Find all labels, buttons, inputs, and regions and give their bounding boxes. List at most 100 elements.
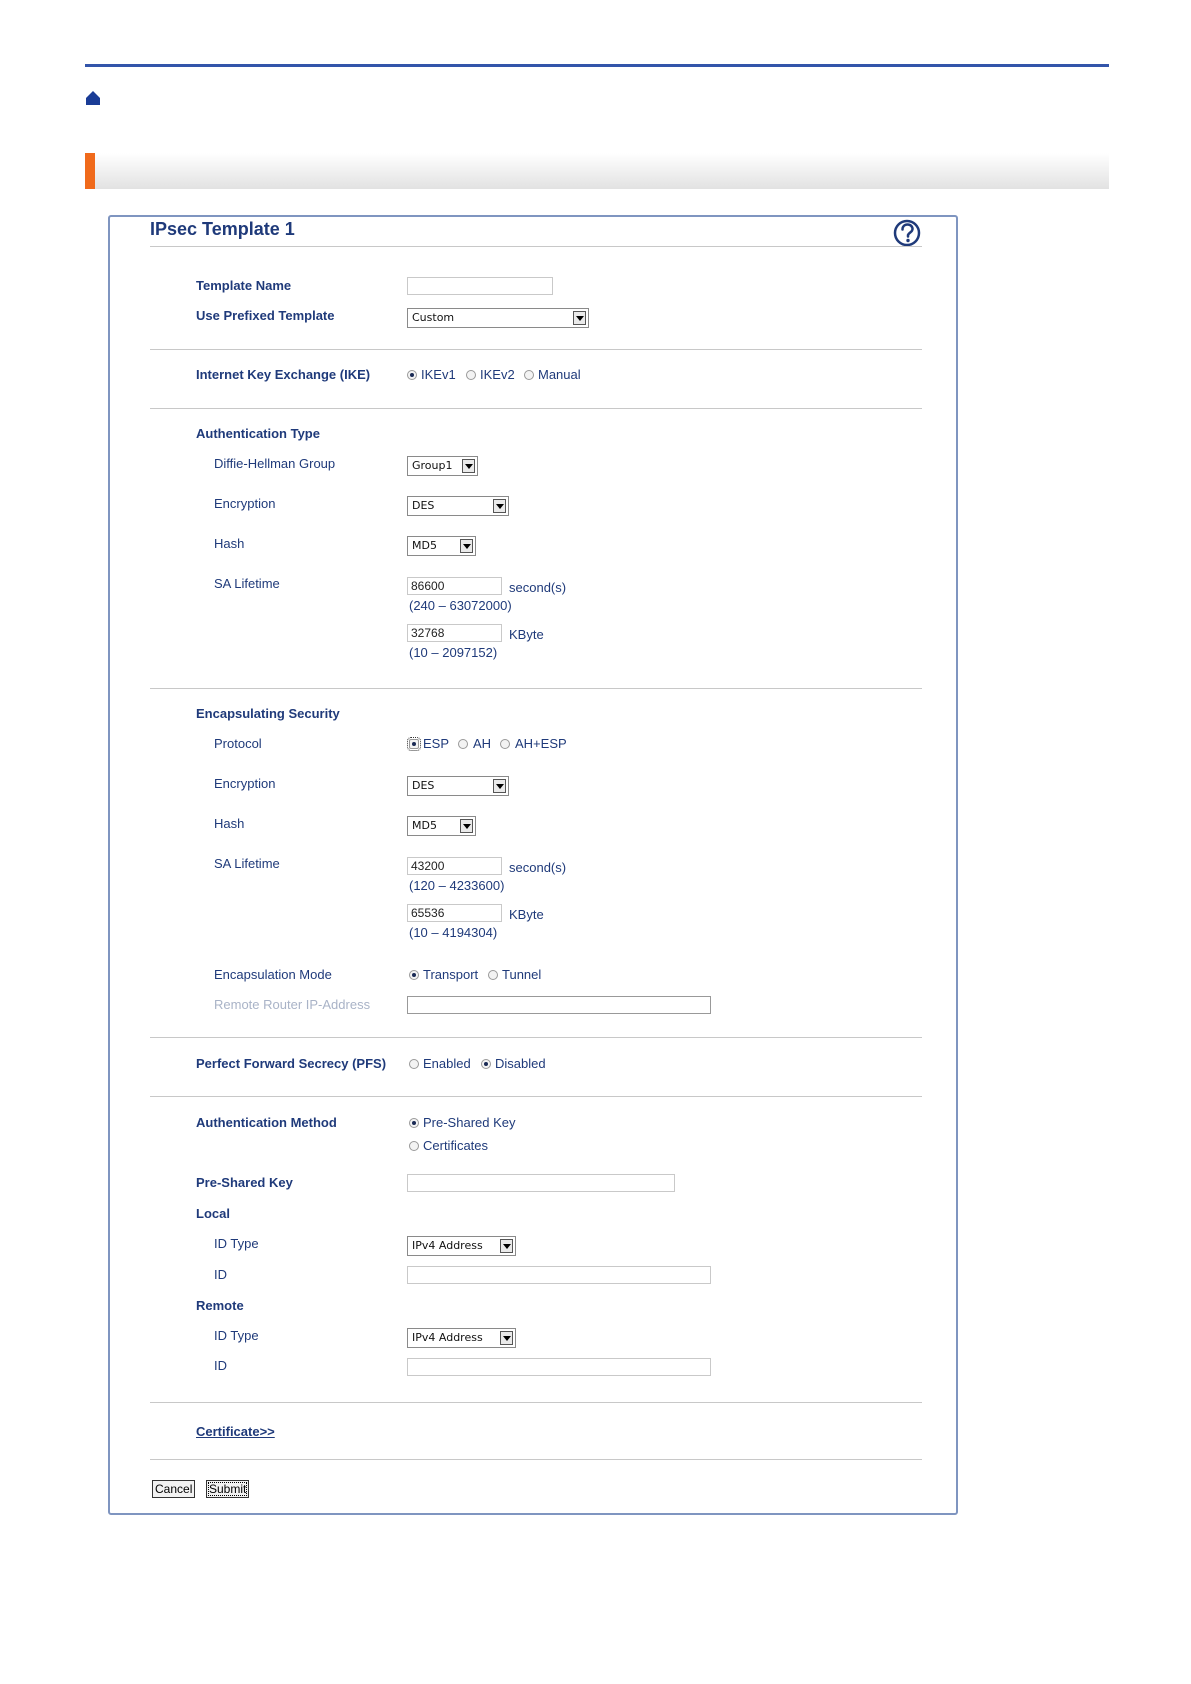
- divider: [150, 246, 922, 247]
- protocol-esp-radio[interactable]: [407, 737, 421, 751]
- pfs-label: Perfect Forward Secrecy (PFS): [196, 1056, 387, 1071]
- chevron-down-icon: [500, 1239, 513, 1253]
- pfs-enabled-label: Enabled: [423, 1056, 471, 1071]
- submit-button[interactable]: Submit: [206, 1480, 250, 1498]
- dh-group-label: Diffie-Hellman Group: [214, 456, 336, 471]
- remote-id-type-select[interactable]: IPv4 Address: [407, 1328, 516, 1348]
- protocol-ah-esp-label: AH+ESP: [515, 736, 567, 751]
- remote-id-type-value: IPv4 Address: [412, 1331, 483, 1344]
- esp-hash-value: MD5: [412, 819, 437, 832]
- esp-encryption-value: DES: [412, 779, 435, 792]
- chevron-down-icon: [493, 779, 506, 793]
- local-id-type-label: ID Type: [214, 1236, 259, 1251]
- remote-id-type-label: ID Type: [214, 1328, 259, 1343]
- divider: [150, 349, 922, 350]
- prefixed-template-select[interactable]: Custom: [407, 308, 589, 328]
- template-name-input[interactable]: [407, 277, 553, 295]
- remote-router-label: Remote Router IP-Address: [214, 997, 371, 1012]
- ike-ikev1-label: IKEv1: [421, 367, 456, 382]
- protocol-esp-label: ESP: [423, 736, 450, 751]
- chevron-down-icon: [500, 1331, 513, 1345]
- protocol-ah-radio[interactable]: [458, 739, 468, 749]
- remote-heading: Remote: [196, 1298, 244, 1313]
- esp-encryption-label: Encryption: [214, 776, 276, 791]
- panel-title: IPsec Template 1: [150, 219, 295, 239]
- esp-sa-kbyte-range: (10 – 4194304): [409, 925, 498, 940]
- divider: [150, 1096, 922, 1097]
- chevron-down-icon: [573, 311, 586, 325]
- chevron-down-icon: [460, 539, 473, 553]
- ike-label: Internet Key Exchange (IKE): [196, 367, 371, 382]
- protocol-ah-esp-radio[interactable]: [500, 739, 510, 749]
- esp-sa-seconds-input[interactable]: 43200: [407, 857, 502, 875]
- auth-method-label: Authentication Method: [196, 1115, 337, 1130]
- local-id-type-select[interactable]: IPv4 Address: [407, 1236, 516, 1256]
- home-icon[interactable]: [85, 90, 101, 106]
- prefixed-template-value: Custom: [412, 311, 455, 324]
- cancel-button[interactable]: Cancel: [152, 1480, 196, 1498]
- ike-hash-value: MD5: [412, 539, 437, 552]
- divider: [150, 688, 922, 689]
- ike-sa-seconds-range: (240 – 63072000): [409, 598, 512, 613]
- divider: [150, 1402, 922, 1403]
- auth-cert-radio[interactable]: [409, 1141, 419, 1151]
- prefixed-template-label: Use Prefixed Template: [196, 308, 335, 323]
- ike-ikev2-label: IKEv2: [480, 367, 515, 382]
- esp-hash-select[interactable]: MD5: [407, 816, 476, 836]
- certificate-link[interactable]: Certificate>>: [196, 1424, 275, 1439]
- ike-encryption-select[interactable]: DES: [407, 496, 509, 516]
- psk-input[interactable]: [407, 1174, 675, 1192]
- ike-hash-select[interactable]: MD5: [407, 536, 476, 556]
- ike-ikev2-radio[interactable]: [466, 370, 476, 380]
- ike-ikev1-radio[interactable]: [407, 370, 417, 380]
- protocol-label: Protocol: [214, 736, 262, 751]
- local-heading: Local: [196, 1206, 230, 1221]
- protocol-ah-label: AH: [473, 736, 492, 751]
- chevron-down-icon: [493, 499, 506, 513]
- remote-id-label: ID: [214, 1358, 227, 1373]
- auth-type-heading: Authentication Type: [196, 426, 320, 441]
- esp-sa-seconds-range: (120 – 4233600): [409, 878, 505, 893]
- ike-manual-radio[interactable]: [524, 370, 534, 380]
- ike-sa-seconds-input[interactable]: 86600: [407, 577, 502, 595]
- dh-group-select[interactable]: Group1: [407, 456, 478, 476]
- pfs-disabled-radio[interactable]: [481, 1059, 491, 1069]
- auth-psk-radio[interactable]: [409, 1118, 419, 1128]
- divider: [150, 408, 922, 409]
- ike-sa-lifetime-label: SA Lifetime: [214, 576, 280, 591]
- mode-tunnel-label: Tunnel: [502, 967, 542, 982]
- local-id-label: ID: [214, 1267, 227, 1282]
- ike-encryption-value: DES: [412, 499, 435, 512]
- esp-sa-kbyte-input[interactable]: 65536: [407, 904, 502, 922]
- mode-transport-label: Transport: [423, 967, 479, 982]
- ike-sa-kbyte-range: (10 – 2097152): [409, 645, 498, 660]
- esp-encryption-select[interactable]: DES: [407, 776, 509, 796]
- mode-transport-radio[interactable]: [409, 970, 419, 980]
- esp-hash-label: Hash: [214, 816, 245, 831]
- encap-mode-label: Encapsulation Mode: [214, 967, 332, 982]
- ike-sa-kbyte-input[interactable]: 32768: [407, 624, 502, 642]
- remote-id-input[interactable]: [407, 1358, 711, 1376]
- esp-sa-seconds-unit: second(s): [509, 860, 567, 875]
- encap-security-heading: Encapsulating Security: [196, 706, 340, 721]
- auth-cert-label: Certificates: [423, 1138, 489, 1153]
- chevron-down-icon: [460, 819, 473, 833]
- help-icon[interactable]: [893, 219, 921, 247]
- local-id-input[interactable]: [407, 1266, 711, 1284]
- section-header-bar: [85, 153, 1109, 189]
- ike-manual-label: Manual: [538, 367, 581, 382]
- ike-sa-seconds-unit: second(s): [509, 580, 567, 595]
- chevron-down-icon: [462, 459, 475, 473]
- auth-psk-label: Pre-Shared Key: [423, 1115, 516, 1130]
- ike-sa-kbyte-unit: KByte: [509, 627, 544, 642]
- top-rule: [85, 64, 1109, 67]
- template-name-label: Template Name: [196, 278, 292, 293]
- mode-tunnel-radio[interactable]: [488, 970, 498, 980]
- pfs-enabled-radio[interactable]: [409, 1059, 419, 1069]
- esp-sa-kbyte-unit: KByte: [509, 907, 544, 922]
- esp-sa-lifetime-label: SA Lifetime: [214, 856, 280, 871]
- local-id-type-value: IPv4 Address: [412, 1239, 483, 1252]
- psk-label: Pre-Shared Key: [196, 1175, 293, 1190]
- remote-router-input[interactable]: [407, 996, 711, 1014]
- dh-group-value: Group1: [412, 459, 453, 472]
